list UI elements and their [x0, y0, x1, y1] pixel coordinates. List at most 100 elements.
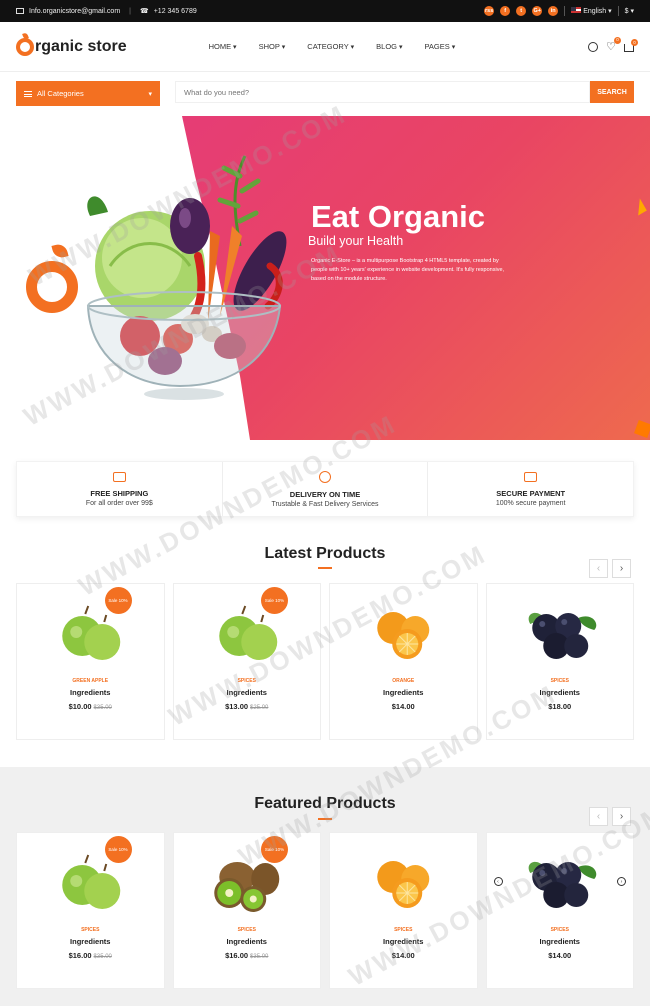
cart-bag-icon[interactable]: 0	[624, 39, 638, 52]
product-image-apple[interactable]	[17, 584, 164, 674]
contact-phone[interactable]: +12 345 6789	[154, 8, 197, 15]
old-price: $35.00	[93, 954, 112, 960]
contact-info: Info.organicstore@gmail.com | ☎ +12 345 …	[16, 7, 197, 15]
product-image-kiwi[interactable]	[174, 833, 321, 923]
product-card[interactable]: Sale 10% SPICES Ingredients $13.00 $25.00	[172, 583, 321, 740]
main-header: rganic store HOME SHOP CATEGORY BLOG PAG…	[0, 22, 650, 72]
current-price: $10.00	[68, 702, 92, 711]
next-arrow-button[interactable]: ›	[612, 807, 631, 826]
sale-badge: Sale 10%	[261, 836, 288, 863]
hero-banner: Eat Organic Build your Health Organic E-…	[0, 116, 650, 440]
product-card[interactable]: SPICES Ingredients $18.00	[485, 583, 634, 740]
wishlist-heart-icon[interactable]: ♡ 0	[606, 36, 621, 52]
product-name[interactable]: Ingredients	[330, 688, 477, 697]
product-card[interactable]: Sale 10% SPICES Ingredients $16.00 $35.00	[172, 832, 321, 989]
current-price: $16.00	[225, 951, 249, 960]
twitter-icon[interactable]: t	[516, 6, 527, 16]
all-categories-dropdown[interactable]: All Categories ▾	[16, 81, 160, 106]
chevron-down-icon: ▾	[148, 90, 152, 98]
nav-category[interactable]: CATEGORY	[307, 42, 354, 51]
old-price: $35.00	[93, 705, 112, 711]
feature-desc: 100% secure payment	[495, 499, 566, 507]
product-image-orange[interactable]	[330, 833, 477, 923]
product-name[interactable]: Ingredients	[174, 688, 321, 697]
contact-email[interactable]: Info.organicstore@gmail.com	[29, 8, 120, 15]
user-icon[interactable]	[588, 41, 598, 52]
current-price: $14.00	[391, 702, 415, 711]
title-underline	[318, 818, 332, 820]
product-card[interactable]: SPICES Ingredients $14.00 ‹ ›	[485, 832, 634, 989]
product-name[interactable]: Ingredients	[174, 937, 321, 946]
nav-pages[interactable]: PAGES	[424, 42, 455, 51]
product-image-blueberry[interactable]	[487, 584, 634, 674]
product-category[interactable]: SPICES	[487, 927, 634, 933]
menu-icon	[24, 90, 32, 97]
product-card[interactable]: Sale 10% GREEN APPLE Ingredients $10.00 $35.…	[16, 583, 165, 740]
product-category[interactable]: SPICES	[174, 678, 321, 684]
latest-carousel-arrows: ‹ ›	[589, 559, 631, 578]
header-icons: ♡ 0 0	[588, 36, 638, 52]
top-bar-right: rss f t G+ in English ▾ $ ▾	[484, 6, 634, 16]
product-image-orange[interactable]	[330, 584, 477, 674]
prev-arrow-button[interactable]: ‹	[589, 559, 608, 578]
main-nav: HOME SHOP CATEGORY BLOG PAGES	[209, 42, 456, 51]
feature-desc: For all order over 99$	[85, 499, 153, 507]
currency-label: $	[624, 8, 629, 15]
current-price: $14.00	[548, 951, 572, 960]
divider: |	[129, 7, 131, 15]
product-price: $14.00	[330, 702, 477, 711]
vegetable-bowl-image	[86, 155, 287, 400]
next-arrow-button[interactable]: ›	[612, 559, 631, 578]
product-price: $14.00	[330, 951, 477, 960]
search-button[interactable]: SEARCH	[590, 81, 634, 103]
product-card[interactable]: Sale 10% SPICES Ingredients $16.00 $35.00	[16, 832, 165, 989]
product-category[interactable]: SPICES	[174, 927, 321, 933]
truck-icon	[112, 471, 126, 482]
site-logo[interactable]: rganic store	[16, 37, 127, 56]
language-select[interactable]: English ▾	[571, 7, 612, 15]
product-name[interactable]: Ingredients	[487, 937, 634, 946]
sale-badge: Sale 10%	[104, 836, 132, 863]
featured-products-row: Sale 10% SPICES Ingredients $16.00 $35.00 Sal…	[16, 832, 634, 989]
card-prev-arrow-icon[interactable]: ‹	[493, 877, 503, 886]
currency-select[interactable]: $ ▾	[625, 7, 634, 15]
orange-logo-icon	[16, 37, 34, 56]
product-category[interactable]: SPICES	[330, 927, 477, 933]
latest-products-title: Latest Products	[264, 545, 386, 562]
product-name[interactable]: Ingredients	[487, 688, 634, 697]
orange-leaf-icon	[51, 242, 69, 260]
product-image-apple[interactable]	[174, 584, 321, 674]
product-name[interactable]: Ingredients	[330, 937, 477, 946]
product-price: $16.00 $35.00	[17, 951, 164, 960]
prev-arrow-button[interactable]: ‹	[589, 807, 608, 826]
feature-title: SECURE PAYMENT	[496, 488, 566, 498]
latest-products-row: Sale 10% GREEN APPLE Ingredients $10.00 $35.…	[16, 583, 634, 740]
product-name[interactable]: Ingredients	[17, 688, 164, 697]
product-category[interactable]: GREEN APPLE	[17, 678, 164, 684]
nav-home[interactable]: HOME	[209, 42, 237, 51]
logo-text: rganic store	[35, 37, 127, 55]
credit-card-icon	[524, 471, 538, 482]
old-price: $25.00	[250, 705, 269, 711]
all-categories-label: All Categories	[37, 89, 84, 98]
product-image-apple[interactable]	[17, 833, 164, 923]
product-category[interactable]: ORANGE	[330, 678, 477, 684]
product-category[interactable]: SPICES	[487, 678, 634, 684]
featured-carousel-arrows: ‹ ›	[589, 807, 631, 826]
search-input[interactable]	[175, 81, 590, 103]
google-plus-icon[interactable]: G+	[532, 6, 543, 16]
product-category[interactable]: SPICES	[17, 927, 164, 933]
rss-icon[interactable]: rss	[484, 6, 495, 16]
language-label: English	[583, 8, 607, 15]
nav-blog[interactable]: BLOG	[376, 42, 402, 51]
card-next-arrow-icon[interactable]: ›	[617, 877, 626, 886]
facebook-icon[interactable]: f	[500, 6, 511, 16]
linkedin-icon[interactable]: in	[548, 6, 559, 16]
product-image-blueberry[interactable]	[487, 833, 634, 923]
product-name[interactable]: Ingredients	[17, 937, 164, 946]
product-card[interactable]: ORANGE Ingredients $14.00	[329, 583, 478, 740]
nav-shop[interactable]: SHOP	[259, 42, 286, 51]
product-card[interactable]: SPICES Ingredients $14.00	[329, 832, 478, 989]
divider	[564, 6, 566, 16]
product-price: $10.00 $35.00	[17, 702, 164, 711]
